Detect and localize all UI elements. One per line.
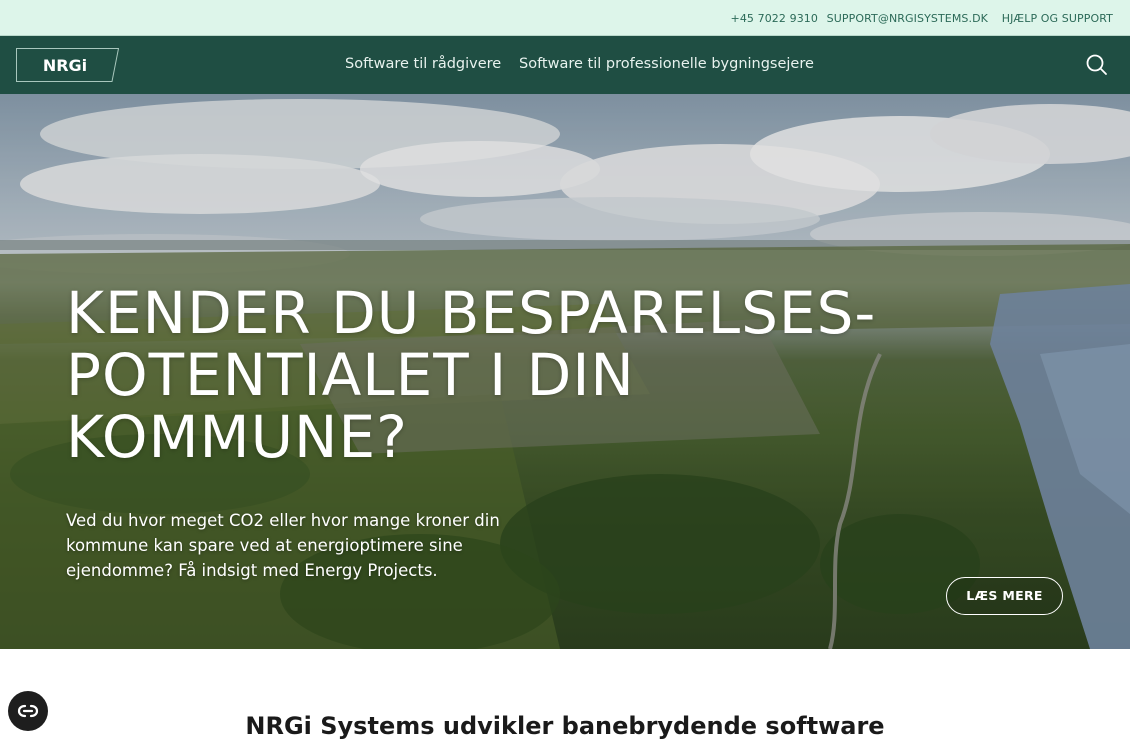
- nav-link-building-owners[interactable]: Software til professionelle bygningsejer…: [519, 56, 814, 72]
- hero-section: KENDER DU BESPARELSES- POTENTIALET I DIN…: [0, 94, 1130, 649]
- nrgi-logo[interactable]: NRGi: [16, 48, 119, 82]
- top-utility-bar: +45 7022 9310 SUPPORT@NRGISYSTEMS.DK HJÆ…: [0, 0, 1130, 36]
- read-more-button[interactable]: LÆS MERE: [946, 577, 1063, 615]
- help-support-link[interactable]: HJÆLP OG SUPPORT: [1002, 12, 1113, 25]
- intro-heading: NRGi Systems udvikler banebrydende softw…: [245, 712, 885, 740]
- hero-title: KENDER DU BESPARELSES- POTENTIALET I DIN…: [66, 282, 1106, 468]
- hero-title-line: POTENTIALET I DIN: [66, 341, 635, 409]
- support-email-link[interactable]: SUPPORT@NRGISYSTEMS.DK: [827, 12, 988, 25]
- logo-text: NRGi: [43, 56, 87, 75]
- hero-description: Ved du hvor meget CO2 eller hvor mange k…: [66, 511, 500, 580]
- nav-link-advisors[interactable]: Software til rådgivere: [345, 56, 501, 72]
- accessibility-button[interactable]: [8, 691, 48, 731]
- search-icon[interactable]: [1085, 53, 1109, 77]
- hero-title-line: KOMMUNE?: [66, 403, 408, 471]
- phone-link[interactable]: +45 7022 9310: [731, 12, 819, 25]
- main-navigation: NRGi Software til rådgivere Software til…: [0, 36, 1130, 94]
- accessibility-icon: [17, 704, 39, 718]
- hero-title-line: KENDER DU BESPARELSES-: [66, 279, 877, 347]
